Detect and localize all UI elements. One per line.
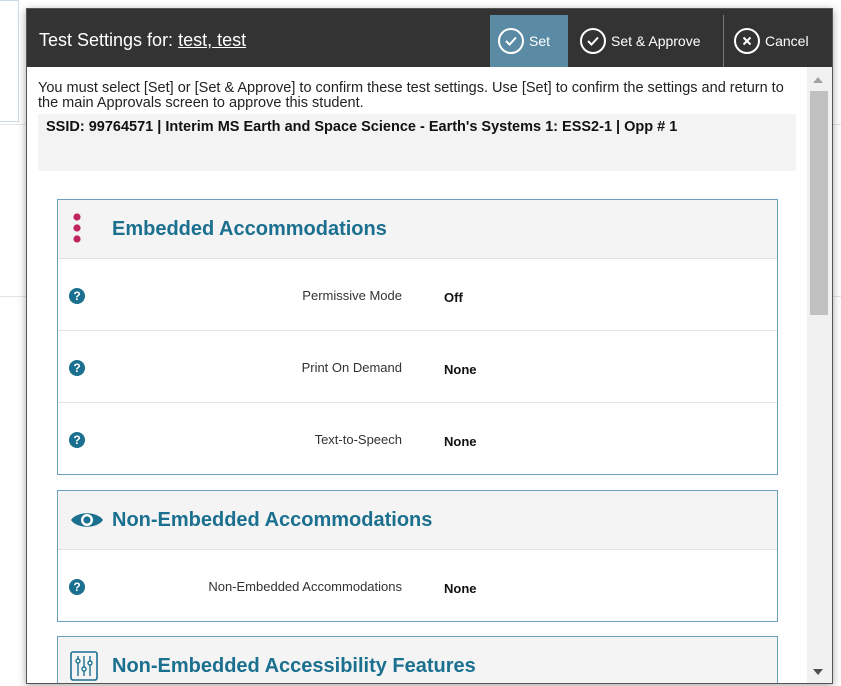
modal-title: Test Settings for: test, test xyxy=(39,9,246,67)
help-icon[interactable]: ? xyxy=(69,360,85,376)
close-circle-icon xyxy=(734,28,760,54)
non-embedded-accommodations-panel: Non-Embedded Accommodations ? Non-Embedd… xyxy=(57,490,778,622)
scroll-down-arrow-icon[interactable] xyxy=(813,669,823,675)
setting-row: ? Non-Embedded Accommodations None xyxy=(58,550,777,621)
test-settings-modal: Test Settings for: test, test Set Set & … xyxy=(26,8,833,684)
embedded-accommodations-panel: Embedded Accommodations ? Permissive Mod… xyxy=(57,199,778,475)
sliders-icon xyxy=(70,637,98,683)
panel-title: Non-Embedded Accessibility Features xyxy=(112,654,476,677)
set-button-label: Set xyxy=(529,33,551,49)
non-embedded-accessibility-features-panel: Non-Embedded Accessibility Features xyxy=(57,636,778,683)
setting-label: Text-to-Speech xyxy=(314,432,402,447)
panel-header: Non-Embedded Accommodations xyxy=(58,491,777,550)
panel-header: Embedded Accommodations xyxy=(58,200,777,259)
panel-title: Embedded Accommodations xyxy=(112,217,387,240)
set-and-approve-label: Set & Approve xyxy=(611,33,701,49)
panel-header: Non-Embedded Accessibility Features xyxy=(58,637,777,683)
check-circle-icon xyxy=(580,28,606,54)
modal-content: You must select [Set] or [Set & Approve]… xyxy=(27,67,807,683)
eye-icon xyxy=(70,491,104,549)
setting-value: None xyxy=(444,434,477,449)
help-icon[interactable]: ? xyxy=(69,288,85,304)
setting-label: Permissive Mode xyxy=(302,288,402,303)
check-circle-icon xyxy=(498,28,524,54)
setting-label: Non-Embedded Accommodations xyxy=(208,579,402,594)
vertical-dots-icon xyxy=(70,200,84,258)
modal-header: Test Settings for: test, test Set Set & … xyxy=(27,9,832,67)
setting-row: ? Text-to-Speech None xyxy=(58,403,777,474)
setting-value: None xyxy=(444,581,477,596)
background-frame xyxy=(0,0,19,122)
help-icon[interactable]: ? xyxy=(69,579,85,595)
scrollbar-thumb[interactable] xyxy=(810,91,828,315)
setting-value: None xyxy=(444,362,477,377)
cancel-button[interactable]: Cancel xyxy=(727,15,832,67)
setting-value: Off xyxy=(444,290,463,305)
set-and-approve-button[interactable]: Set & Approve xyxy=(572,15,724,67)
setting-label: Print On Demand xyxy=(301,360,402,375)
set-button[interactable]: Set xyxy=(490,15,568,67)
setting-row: ? Permissive Mode Off xyxy=(58,259,777,331)
panel-title: Non-Embedded Accommodations xyxy=(112,508,433,531)
cancel-label: Cancel xyxy=(765,33,809,49)
scroll-up-arrow-icon[interactable] xyxy=(813,77,823,83)
title-prefix: Test Settings for: xyxy=(39,30,179,50)
student-name-link[interactable]: test, test xyxy=(178,30,246,50)
intro-text: You must select [Set] or [Set & Approve]… xyxy=(38,80,784,111)
setting-row: ? Print On Demand None xyxy=(58,331,777,403)
help-icon[interactable]: ? xyxy=(69,432,85,448)
ssid-info: SSID: 99764571 | Interim MS Earth and Sp… xyxy=(38,114,796,171)
